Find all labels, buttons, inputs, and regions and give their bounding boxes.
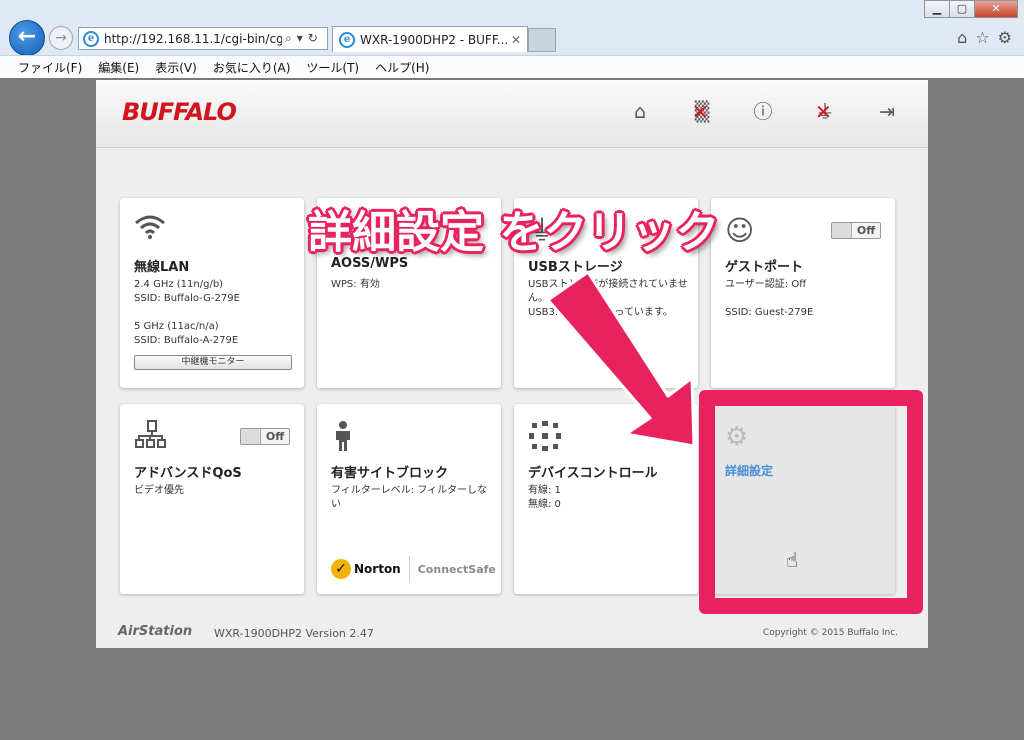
device-control-icon xyxy=(528,420,562,454)
card-body: フィルターレベル: フィルターしない xyxy=(331,484,491,512)
menu-favorites[interactable]: お気に入り(A) xyxy=(213,59,291,76)
minimize-button[interactable]: ▁ xyxy=(924,0,950,18)
home-icon[interactable]: ⌂ xyxy=(628,100,652,124)
usb3-status-line: USB3.0は無効になっています。 xyxy=(528,307,673,318)
toggle-label: Off xyxy=(265,430,285,443)
tab-title: WXR-1900DHP2 - BUFF... xyxy=(360,32,509,47)
back-button[interactable]: ← xyxy=(9,20,45,56)
band-5-label: 5 GHz (11ac/n/a) xyxy=(134,321,219,332)
menu-bar: ファイル(F) 編集(E) 表示(V) お気に入り(A) ツール(T) ヘルプ(… xyxy=(0,55,1024,78)
advanced-qos-card[interactable]: Off アドバンスドQoS ビデオ優先 xyxy=(120,404,304,594)
airstation-logo: AirStation xyxy=(118,624,193,639)
dropdown-icon[interactable]: ▾ xyxy=(297,31,303,46)
arrow-right-icon: → xyxy=(55,30,67,46)
browser-chrome: ▁ ▢ ✕ ← → e http://192.168.11.1/cgi-bin/… xyxy=(0,0,1024,78)
info-icon[interactable]: ⓘ xyxy=(751,100,775,124)
url-input[interactable]: http://192.168.11.1/cgi-bin/cg xyxy=(104,32,282,46)
forward-button[interactable]: → xyxy=(49,26,73,50)
norton-connectsafe-logo: ✓ Norton ConnectSafe xyxy=(331,556,496,582)
card-body: USBストレージが接続されていません。 USB3.0は無効になっています。 xyxy=(528,278,688,320)
gear-icon[interactable]: ⚙ xyxy=(998,28,1012,47)
logout-icon[interactable]: ⇥ xyxy=(875,100,899,124)
norton-label: Norton xyxy=(354,562,401,576)
hand-cursor-icon: ☝ xyxy=(786,548,799,572)
card-body: 有線: 1 無線: 0 xyxy=(528,484,688,512)
wired-count: 有線: 1 xyxy=(528,485,561,496)
device-control-card[interactable]: デバイスコントロール 有線: 1 無線: 0 xyxy=(514,404,698,594)
wireless-count: 無線: 0 xyxy=(528,499,561,510)
guest-icon: ☺ xyxy=(725,214,755,247)
wps-status: WPS: 有効 xyxy=(331,279,380,290)
tab-close-icon[interactable]: ✕ xyxy=(511,33,521,47)
browser-tab[interactable]: e WXR-1900DHP2 - BUFF... ✕ xyxy=(332,26,528,52)
annotation-callout: 詳細設定 をクリック xyxy=(308,207,720,258)
model-version: WXR-1900DHP2 Version 2.47 xyxy=(214,627,374,640)
filter-level-label: フィルターレベル: フィルターしない xyxy=(331,485,488,510)
maximize-button[interactable]: ▢ xyxy=(949,0,975,18)
card-title: 無線LAN xyxy=(134,260,190,275)
card-title: デバイスコントロール xyxy=(528,466,658,481)
qos-priority-label: ビデオ優先 xyxy=(134,485,184,496)
divider xyxy=(408,556,410,582)
copyright: Copyright © 2015 Buffalo Inc. xyxy=(762,628,898,638)
card-title: ゲストポート xyxy=(725,260,804,275)
menu-tools[interactable]: ツール(T) xyxy=(306,59,359,76)
window-controls: ▁ ▢ ✕ xyxy=(924,0,1018,18)
guest-port-toggle[interactable]: Off xyxy=(831,222,881,239)
highlight-box xyxy=(699,390,923,614)
menu-file[interactable]: ファイル(F) xyxy=(18,59,82,76)
close-window-button[interactable]: ✕ xyxy=(974,0,1018,18)
toggle-label: Off xyxy=(856,224,876,237)
norton-check-icon: ✓ xyxy=(331,559,351,579)
card-title: 有害サイトブロック xyxy=(331,466,449,481)
menu-view[interactable]: 表示(V) xyxy=(155,59,197,76)
connectsafe-label: ConnectSafe xyxy=(417,562,496,576)
toggle-knob xyxy=(241,429,261,444)
qos-icon xyxy=(134,420,168,454)
ie-page-icon: e xyxy=(83,30,99,47)
address-bar[interactable]: e http://192.168.11.1/cgi-bin/cg ⌕ ▾ ↻ xyxy=(78,27,328,50)
card-body: ビデオ優先 xyxy=(134,484,294,498)
usb-status-line: USBストレージが接続されていません。 xyxy=(528,279,688,304)
usb-disabled-icon[interactable]: ⏚ xyxy=(813,100,837,124)
card-body: WPS: 有効 xyxy=(331,278,491,292)
harmful-site-block-card[interactable]: 有害サイトブロック フィルターレベル: フィルターしない ✓ Norton Co… xyxy=(317,404,501,594)
guest-ssid-label: SSID: Guest-279E xyxy=(725,307,814,318)
ssid-24-label: SSID: Buffalo-G-279E xyxy=(134,293,240,304)
tab-favicon-icon: e xyxy=(339,31,355,48)
qos-toggle[interactable]: Off xyxy=(240,428,290,445)
menu-help[interactable]: ヘルプ(H) xyxy=(375,59,429,76)
ssid-5-label: SSID: Buffalo-A-279E xyxy=(134,335,239,346)
refresh-icon[interactable]: ↻ xyxy=(308,31,318,46)
home-icon[interactable]: ⌂ xyxy=(957,28,967,47)
wireless-lan-card[interactable]: 無線LAN 2.4 GHz (11n/g/b) SSID: Buffalo-G-… xyxy=(120,198,304,388)
star-icon[interactable]: ☆ xyxy=(975,28,989,47)
wifi-icon xyxy=(134,214,168,248)
toggle-knob xyxy=(832,223,852,238)
person-icon xyxy=(331,420,365,454)
guest-port-card[interactable]: ☺ Off ゲストポート ユーザー認証: Off SSID: Guest-279… xyxy=(711,198,895,388)
card-body: 2.4 GHz (11n/g/b) SSID: Buffalo-G-279E 5… xyxy=(134,278,294,348)
new-tab-button[interactable] xyxy=(528,28,556,52)
router-header: BUFFALO ⌂ ▒ ⓘ ⏚ ⇥ xyxy=(96,80,928,148)
card-body: ユーザー認証: Off SSID: Guest-279E xyxy=(725,278,885,320)
card-title: アドバンスドQoS xyxy=(134,466,242,481)
band-24-label: 2.4 GHz (11n/g/b) xyxy=(134,279,224,290)
menu-edit[interactable]: 編集(E) xyxy=(98,59,139,76)
arrow-left-icon: ← xyxy=(17,24,37,49)
buffalo-logo: BUFFALO xyxy=(122,98,237,126)
repeater-monitor-button[interactable]: 中継機モニター xyxy=(134,355,292,370)
user-auth-status: ユーザー認証: Off xyxy=(725,279,807,290)
search-icon[interactable]: ⌕ xyxy=(285,31,292,46)
wireless-disabled-icon[interactable]: ▒ xyxy=(690,100,714,124)
